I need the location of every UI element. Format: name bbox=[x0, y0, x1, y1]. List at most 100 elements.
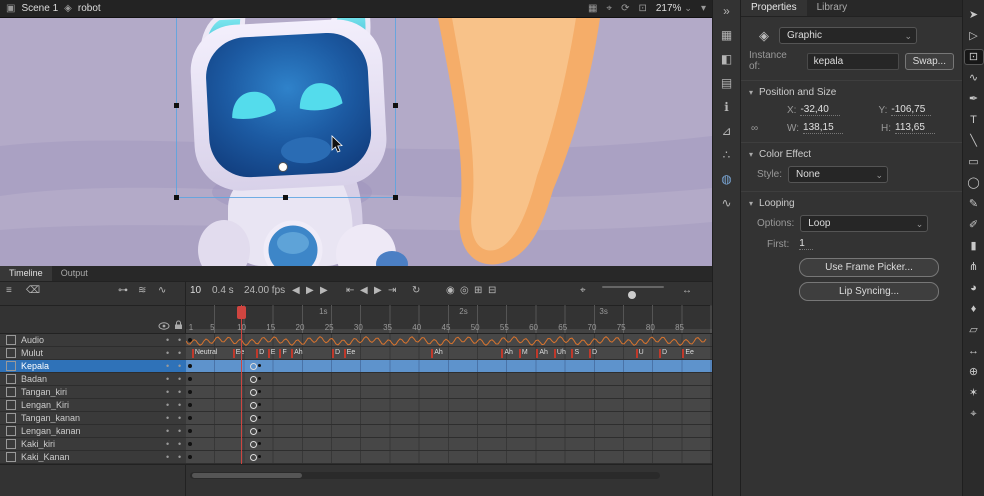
horizontal-scrollbar[interactable] bbox=[190, 472, 660, 479]
eraser-tool[interactable]: ▱ bbox=[965, 323, 983, 337]
layer-Lengan_Kiri[interactable]: Lengan_Kiri•• bbox=[0, 399, 186, 412]
breadcrumb-symbol[interactable]: robot bbox=[78, 3, 101, 14]
next-keyframe-icon[interactable]: ▶ bbox=[374, 286, 382, 296]
oval-tool[interactable]: ◯ bbox=[965, 176, 983, 190]
timeline-zoom-slider[interactable] bbox=[602, 286, 664, 288]
pencil-tool[interactable]: ✎ bbox=[965, 197, 983, 211]
transform-handle[interactable] bbox=[174, 195, 179, 200]
panel-motion-presets-icon[interactable]: ◍ bbox=[721, 173, 731, 185]
collapse-icon[interactable]: ▾ bbox=[701, 3, 706, 14]
frames-grid[interactable]: NeutralEeDEFAhDEeAhAhMAhUhSDUDEe bbox=[186, 334, 712, 464]
use-frame-picker-button[interactable]: Use Frame Picker... bbox=[799, 258, 939, 277]
transform-point[interactable] bbox=[278, 162, 288, 172]
transform-handle[interactable] bbox=[283, 195, 288, 200]
center-stage-icon[interactable]: ⌖ bbox=[606, 3, 612, 14]
zoom-level-dropdown[interactable]: 217% ⌄ bbox=[656, 3, 692, 14]
width-tool[interactable]: ↔ bbox=[965, 344, 983, 358]
current-frame-value[interactable]: 10 bbox=[190, 286, 201, 296]
panel-color-icon[interactable]: ◧ bbox=[721, 53, 732, 65]
layer-depth-icon[interactable]: ≋ bbox=[138, 286, 146, 296]
layer-lock-dot[interactable]: • bbox=[178, 348, 181, 358]
layer-visibility-dot[interactable]: • bbox=[166, 452, 169, 462]
y-value[interactable]: -106,75 bbox=[891, 104, 931, 116]
free-transform-tool[interactable]: ⊡ bbox=[965, 50, 983, 64]
instance-name-field[interactable]: kepala bbox=[807, 53, 899, 70]
layer-lock-dot[interactable]: • bbox=[178, 361, 181, 371]
x-value[interactable]: -32,40 bbox=[800, 104, 840, 116]
layer-lock-dot[interactable]: • bbox=[178, 335, 181, 345]
layer-visibility-dot[interactable]: • bbox=[166, 426, 169, 436]
playhead-marker[interactable] bbox=[237, 306, 246, 319]
transform-handle[interactable] bbox=[393, 195, 398, 200]
paint-brush-tool[interactable]: ▮ bbox=[965, 239, 983, 253]
selection-tool[interactable]: ➤ bbox=[965, 8, 983, 22]
section-position-size[interactable]: ▾ Position and Size bbox=[741, 80, 962, 101]
layer-lock-dot[interactable]: • bbox=[178, 413, 181, 423]
layer-Mulut[interactable]: Mulut•• bbox=[0, 347, 186, 360]
step-back-icon[interactable]: ◀ bbox=[292, 286, 300, 296]
transform-handle[interactable] bbox=[393, 103, 398, 108]
layer-lock-dot[interactable]: • bbox=[178, 374, 181, 384]
rectangle-tool[interactable]: ▭ bbox=[965, 155, 983, 169]
tab-output[interactable]: Output bbox=[52, 266, 97, 281]
frames-Tangan_kiri[interactable] bbox=[186, 386, 712, 399]
frames-Audio[interactable] bbox=[186, 334, 712, 347]
w-value[interactable]: 138,15 bbox=[803, 122, 843, 134]
loop-icon[interactable]: ↻ bbox=[412, 286, 420, 296]
slider-knob[interactable] bbox=[628, 291, 636, 299]
dock-collapse-icon[interactable]: » bbox=[723, 5, 730, 17]
layer-visibility-dot[interactable]: • bbox=[166, 413, 169, 423]
lock-icon[interactable] bbox=[174, 320, 183, 330]
camera-tool[interactable]: ⌖ bbox=[965, 407, 983, 421]
rotate-view-icon[interactable]: ⟳ bbox=[621, 3, 629, 14]
layer-visibility-dot[interactable]: • bbox=[166, 335, 169, 345]
line-tool[interactable]: ╲ bbox=[965, 134, 983, 148]
brush-tool[interactable]: ✐ bbox=[965, 218, 983, 232]
panel-align-icon[interactable]: ▦ bbox=[721, 29, 732, 41]
first-frame-value[interactable]: 1 bbox=[799, 238, 813, 250]
play-icon[interactable]: ▶ bbox=[306, 286, 314, 296]
tab-library[interactable]: Library bbox=[807, 0, 858, 16]
panel-info-icon[interactable]: ℹ bbox=[724, 101, 729, 113]
frames-Kepala[interactable] bbox=[186, 360, 712, 373]
onion-outline-icon[interactable]: ◎ bbox=[460, 286, 469, 296]
clip-icon[interactable]: ▦ bbox=[588, 3, 597, 14]
eye-icon[interactable] bbox=[158, 322, 170, 330]
lasso-tool[interactable]: ∿ bbox=[965, 71, 983, 85]
text-tool[interactable]: T bbox=[965, 113, 983, 127]
tab-timeline[interactable]: Timeline bbox=[0, 266, 52, 281]
edit-multiple-frames-icon[interactable]: ⊞ bbox=[474, 286, 482, 296]
lock-aspect-icon[interactable]: ∞ bbox=[751, 123, 758, 134]
delete-layer-icon[interactable]: ⌫ bbox=[26, 286, 40, 296]
section-looping[interactable]: ▾ Looping bbox=[741, 191, 962, 212]
layer-visibility-dot[interactable]: • bbox=[166, 439, 169, 449]
playhead-line[interactable] bbox=[241, 305, 242, 464]
layer-visibility-dot[interactable]: • bbox=[166, 361, 169, 371]
modify-markers-icon[interactable]: ⊟ bbox=[488, 286, 496, 296]
layer-Tangan_kanan[interactable]: Tangan_kanan•• bbox=[0, 412, 186, 425]
frames-Mulut[interactable]: NeutralEeDEFAhDEeAhAhMAhUhSDUDEe bbox=[186, 347, 712, 360]
last-frame-icon[interactable]: ⇥ bbox=[388, 286, 396, 296]
layer-visibility-dot[interactable]: • bbox=[166, 348, 169, 358]
symbol-type-dropdown[interactable]: Graphic ⌄ bbox=[779, 27, 917, 44]
timeline-menu-icon[interactable]: ≡ bbox=[6, 286, 12, 296]
layer-Audio[interactable]: Audio•• bbox=[0, 334, 186, 347]
lip-syncing-button[interactable]: Lip Syncing... bbox=[799, 282, 939, 301]
fit-timeline-icon[interactable]: ↔ bbox=[682, 286, 692, 296]
tab-properties[interactable]: Properties bbox=[741, 0, 807, 16]
frames-Kaki_Kanan[interactable] bbox=[186, 451, 712, 464]
graph-editor-icon[interactable]: ∿ bbox=[158, 286, 166, 296]
style-dropdown[interactable]: None ⌄ bbox=[788, 166, 888, 183]
layer-Tangan_kiri[interactable]: Tangan_kiri•• bbox=[0, 386, 186, 399]
layer-Kaki_Kanan[interactable]: Kaki_Kanan•• bbox=[0, 451, 186, 464]
first-frame-icon[interactable]: ⇤ bbox=[346, 286, 354, 296]
frames-Lengan_kanan[interactable] bbox=[186, 425, 712, 438]
layer-Kaki_kiri[interactable]: Kaki_kiri•• bbox=[0, 438, 186, 451]
layer-visibility-dot[interactable]: • bbox=[166, 374, 169, 384]
panel-swatches-icon[interactable]: ▤ bbox=[721, 77, 732, 89]
layer-visibility-dot[interactable]: • bbox=[166, 387, 169, 397]
paint-bucket-tool[interactable]: ◕ bbox=[965, 281, 983, 295]
eyedropper-tool[interactable]: ♦ bbox=[965, 302, 983, 316]
stage-icon[interactable]: ▣ bbox=[6, 3, 15, 14]
looping-options-dropdown[interactable]: Loop ⌄ bbox=[800, 215, 928, 232]
